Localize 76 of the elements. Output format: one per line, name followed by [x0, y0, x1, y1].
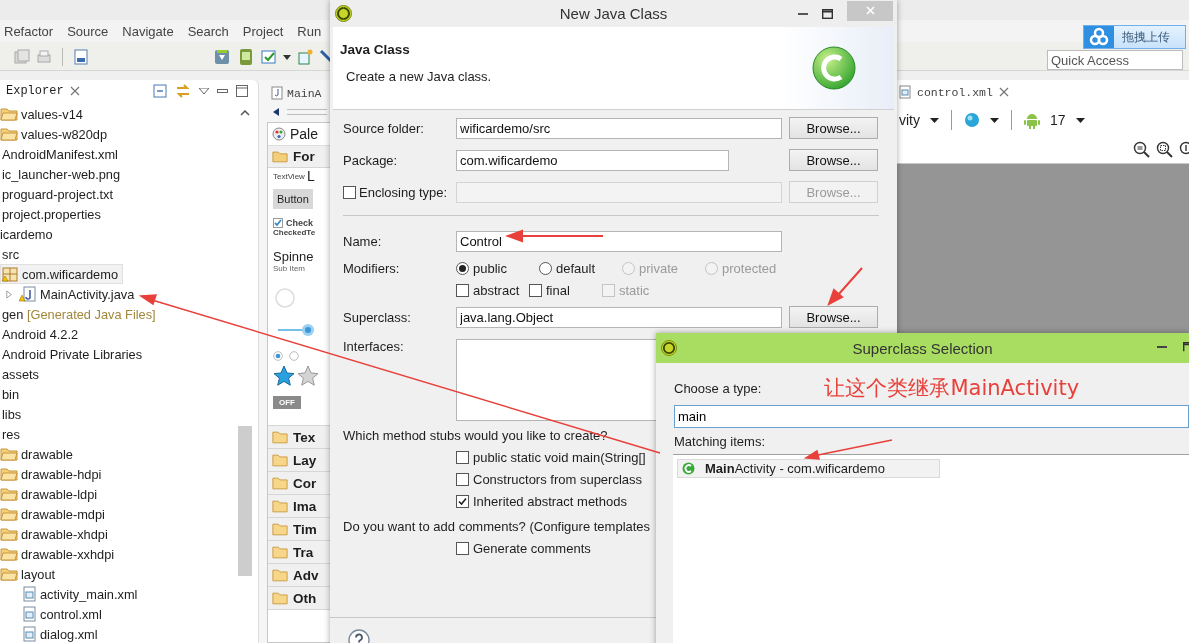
browse-button[interactable]: Browse...	[789, 306, 878, 328]
tree-item[interactable]: dialog.xml	[0, 624, 98, 643]
field-label: Interfaces:	[343, 339, 405, 354]
window-title: New Java Class	[559, 5, 668, 22]
tree-item[interactable]: drawable	[0, 444, 73, 464]
menu-item[interactable]: Project	[242, 23, 284, 39]
field-label: Choose a type:	[674, 380, 762, 396]
checkbox[interactable]: Generate comments	[456, 540, 591, 556]
checkbox[interactable]: Constructors from superclass	[456, 471, 643, 487]
tree-item[interactable]: gen [Generated Java Files]	[0, 304, 156, 324]
annotation-text: 让这个类继承MainActivity	[824, 375, 1080, 402]
tree-item[interactable]: Android 4.2.2	[0, 324, 79, 344]
widget-button[interactable]: Button	[273, 189, 313, 209]
theme-dropdown[interactable]: vity	[899, 112, 920, 128]
tree-item[interactable]: icardemo	[0, 224, 53, 244]
field-label: Name:	[343, 233, 383, 249]
menu-item[interactable]: Source	[67, 23, 109, 39]
widget-label: L	[306, 168, 315, 184]
tree-item[interactable]: bin	[0, 384, 20, 404]
quick-access-field[interactable]: Quick Access	[1047, 50, 1183, 70]
menu-item[interactable]: Navigate	[122, 23, 174, 39]
package-field[interactable]: com.wificardemo	[456, 149, 729, 171]
list-item[interactable]: MainActivity - com.wificardemo	[677, 459, 940, 478]
field-label: Modifiers:	[343, 260, 401, 276]
tree-item[interactable]: MainActivity.java	[0, 284, 135, 304]
tree-item[interactable]: drawable-xxhdpi	[0, 544, 115, 564]
tree-item[interactable]: drawable-hdpi	[0, 464, 102, 484]
superclass-field[interactable]: java.lang.Object	[456, 306, 782, 328]
tree-item[interactable]: drawable-xhdpi	[0, 524, 108, 544]
dialog-heading: Java Class	[340, 42, 411, 57]
editor-tab[interactable]: MainA	[267, 84, 326, 102]
checkbox[interactable]: Inherited abstract methods	[456, 493, 627, 509]
widget-label: CheckedTe	[273, 228, 316, 237]
browse-button[interactable]: Browse...	[789, 117, 878, 139]
checkbox[interactable]: final	[529, 282, 602, 298]
field-label: Source folder:	[343, 120, 425, 136]
field-label: Matching items:	[674, 434, 767, 449]
palette-title: Pale	[290, 126, 319, 142]
widget-label: TextView	[273, 171, 305, 181]
field-label: Superclass:	[343, 309, 412, 325]
tree-item[interactable]: res	[0, 424, 20, 444]
browse-button[interactable]: Browse...	[789, 149, 878, 171]
menu-item[interactable]: Run	[297, 23, 322, 39]
tree-item[interactable]: proguard-project.txt	[0, 184, 113, 204]
window-title: Superclass Selection	[852, 339, 993, 357]
api-level-dropdown[interactable]: 17	[1050, 112, 1066, 128]
tree-item[interactable]: ic_launcher-web.png	[0, 164, 121, 184]
tree-item[interactable]: control.xml	[0, 604, 102, 624]
tree-item[interactable]: drawable-ldpi	[0, 484, 98, 504]
upload-button[interactable]: 拖拽上传	[1083, 25, 1186, 49]
name-field[interactable]: Control	[456, 230, 782, 252]
radio-button[interactable]: public	[456, 260, 539, 276]
checkbox[interactable]: public static void main(String[]	[456, 449, 646, 465]
type-filter-field[interactable]: main	[674, 405, 1189, 428]
radio-button[interactable]: default	[539, 260, 622, 276]
dialog-description: Create a new Java class.	[345, 69, 492, 84]
tree-item[interactable]: layout	[0, 564, 56, 584]
tree-item[interactable]: values-v14	[0, 104, 83, 124]
source-folder-field[interactable]: wificardemo/src	[456, 117, 782, 139]
tree-item[interactable]: activity_main.xml	[0, 584, 138, 604]
tree-item[interactable]: AndroidManifest.xml	[0, 144, 118, 164]
widget-label: Sub Item	[273, 264, 305, 273]
checkbox[interactable]: abstract	[456, 282, 529, 298]
tree-item[interactable]: values-w820dp	[0, 124, 108, 144]
tree-item[interactable]: com.wificardemo	[0, 264, 123, 284]
tree-item[interactable]: Android Private Libraries	[0, 344, 143, 364]
explorer-tab[interactable]: Explorer	[6, 84, 64, 98]
tree-item[interactable]: drawable-mdpi	[0, 504, 105, 524]
tree-item[interactable]: assets	[0, 364, 39, 384]
menu-item[interactable]: Refactor	[4, 23, 54, 39]
widget-checkbox[interactable]: Check	[273, 218, 313, 228]
widget-label: Spinne	[273, 249, 314, 264]
tree-item[interactable]: libs	[0, 404, 22, 424]
tree-item[interactable]: project.properties	[0, 204, 101, 224]
tree-item[interactable]: src	[0, 244, 20, 264]
menu-item[interactable]: Search	[187, 23, 229, 39]
